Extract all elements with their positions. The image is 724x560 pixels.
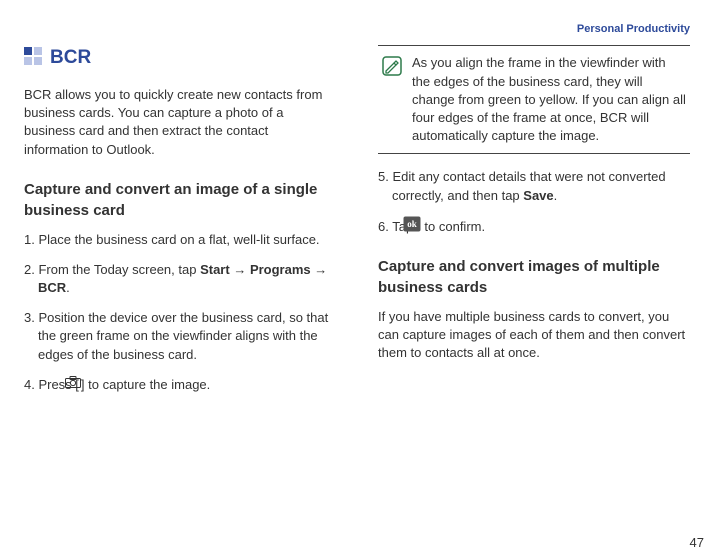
arrow-icon: → bbox=[230, 262, 250, 277]
step-5-pre: 5. Edit any contact details that were no… bbox=[378, 169, 666, 202]
step-5-end: . bbox=[554, 188, 558, 203]
ok-icon: ok bbox=[417, 216, 421, 237]
running-header: Personal Productivity bbox=[24, 22, 690, 37]
step-2: 2. From the Today screen, tap Start → Pr… bbox=[24, 261, 336, 297]
step-5-save: Save bbox=[523, 188, 553, 203]
step-6-post: to confirm. bbox=[421, 219, 485, 234]
subhead-single: Capture and convert an image of a single… bbox=[24, 179, 336, 221]
step-2-start: Start bbox=[200, 262, 230, 277]
note-icon bbox=[382, 56, 402, 145]
step-5: 5. Edit any contact details that were no… bbox=[378, 168, 690, 204]
section-title-row: BCR bbox=[24, 45, 336, 72]
tip-box: As you align the frame in the viewfinder… bbox=[378, 45, 690, 154]
section-intro: BCR allows you to quickly create new con… bbox=[24, 86, 336, 159]
step-4: 4. Press [ ] to capture the image. bbox=[24, 376, 336, 395]
arrow-icon: → bbox=[311, 262, 328, 277]
tip-text: As you align the frame in the viewfinder… bbox=[412, 54, 686, 145]
step-1: 1. Place the business card on a flat, we… bbox=[24, 231, 336, 249]
step-6: 6. Tap ok to confirm. bbox=[378, 217, 690, 238]
two-column-body: BCR BCR allows you to quickly create new… bbox=[24, 45, 690, 515]
svg-text:ok: ok bbox=[407, 219, 417, 229]
bcr-section-icon bbox=[24, 47, 42, 70]
step-2-end: . bbox=[66, 280, 70, 295]
subhead-multiple: Capture and convert images of multiple b… bbox=[378, 256, 690, 298]
step-2-pre: 2. From the Today screen, tap bbox=[24, 262, 200, 277]
page-number: 47 bbox=[690, 534, 704, 552]
step-4-post: ] to capture the image. bbox=[81, 377, 210, 392]
step-2-programs: Programs bbox=[250, 262, 311, 277]
section-title: BCR bbox=[50, 45, 91, 72]
step-3: 3. Position the device over the business… bbox=[24, 309, 336, 364]
camera-icon bbox=[79, 375, 81, 393]
step-2-bcr: BCR bbox=[38, 280, 66, 295]
multi-intro: If you have multiple business cards to c… bbox=[378, 308, 690, 363]
